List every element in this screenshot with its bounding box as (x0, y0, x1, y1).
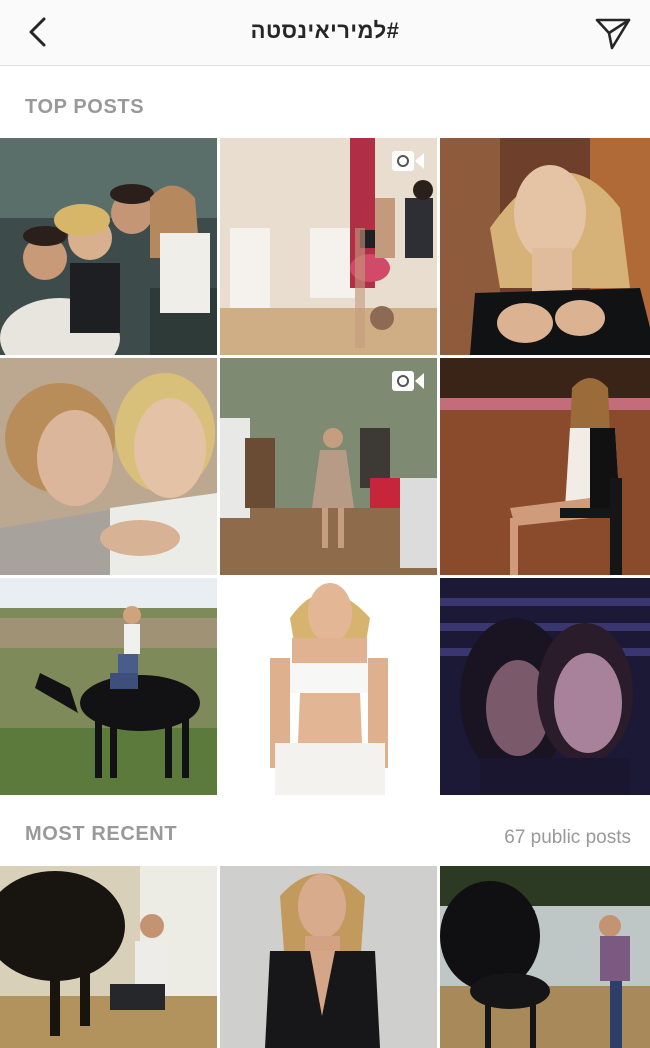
most-recent-label: MOST RECENT (25, 823, 178, 845)
share-button[interactable] (594, 14, 632, 52)
hashtag-title: #למיריאינסטה (250, 18, 400, 43)
post-thumbnail-portrait-offshoulder[interactable] (440, 138, 650, 355)
top-navigation-bar: #למיריאינסטה (0, 0, 650, 66)
post-thumbnail-dressing-room[interactable] (220, 358, 437, 575)
post-thumbnail-black-dress[interactable] (220, 866, 437, 1048)
public-posts-count: 67 public posts (504, 827, 631, 848)
post-thumbnail-dark-selfie[interactable] (440, 578, 650, 795)
top-posts-label: TOP POSTS (25, 96, 145, 118)
post-thumbnail-horse-riding[interactable] (0, 578, 217, 795)
post-thumbnail-handstand[interactable] (220, 138, 437, 355)
post-thumbnail-horse-foal[interactable] (440, 866, 650, 1048)
post-thumbnail-stable-horse[interactable] (0, 866, 217, 1048)
video-camera-icon (392, 371, 424, 391)
post-thumbnail-woman-seated[interactable] (440, 358, 650, 575)
post-thumbnail-two-women-closeup[interactable] (0, 358, 217, 575)
paper-plane-icon (595, 18, 631, 50)
post-thumbnail-group-selfie[interactable] (0, 138, 217, 355)
chevron-left-icon (29, 17, 46, 47)
video-camera-icon (392, 151, 424, 171)
back-button[interactable] (22, 14, 58, 50)
post-thumbnail-white-top[interactable] (220, 578, 437, 795)
